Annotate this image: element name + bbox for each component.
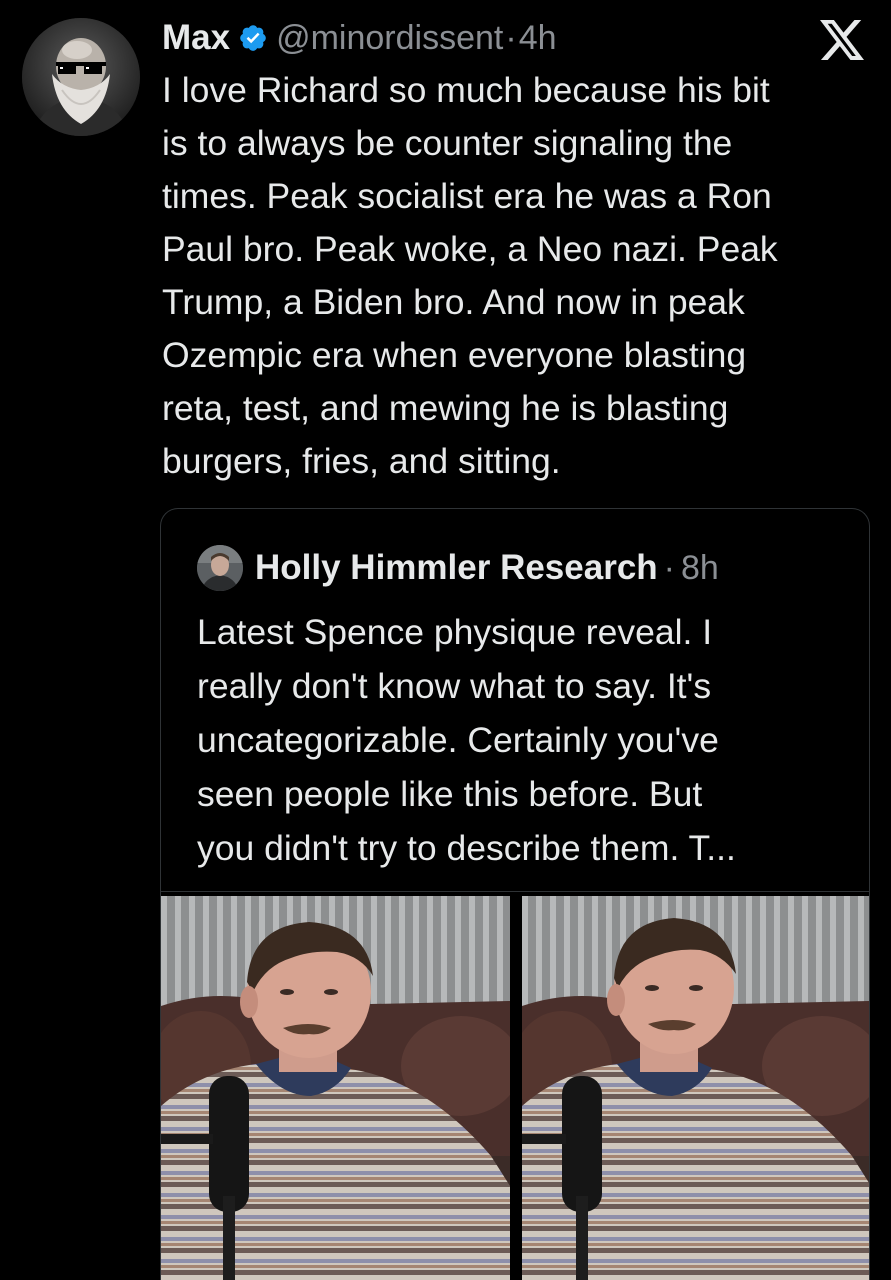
quoted-media-grid xyxy=(161,891,869,1280)
quoted-tweet-text: Latest Spence physique reveal. I really … xyxy=(197,605,857,875)
tweet-text: I love Richard so much because his bit i… xyxy=(162,64,872,488)
quoted-author-name[interactable]: Holly Himmler Research xyxy=(255,548,658,588)
tweet-text-line: I love Richard so much because his bit xyxy=(162,70,770,110)
avatar-image xyxy=(22,18,140,136)
quoted-tweet-header: Holly Himmler Research · 8h xyxy=(197,543,719,593)
author-name[interactable]: Max xyxy=(162,18,230,58)
quoted-text-line: you didn't try to describe them. T... xyxy=(197,828,736,868)
media-photo-1[interactable] xyxy=(161,896,510,1280)
tweet-text-line: Trump, a Biden bro. And now in peak xyxy=(162,282,745,322)
quoted-header-separator: · xyxy=(663,548,675,587)
media-photo-2[interactable] xyxy=(522,896,869,1280)
quoted-text-line: Latest Spence physique reveal. I xyxy=(197,612,713,652)
tweet-text-line: Ozempic era when everyone blasting xyxy=(162,335,747,375)
tweet-header: Max @minordissent · 4h xyxy=(162,12,557,64)
x-logo-icon xyxy=(818,18,866,62)
quoted-text-line: seen people like this before. But xyxy=(197,774,703,814)
quoted-text-line: uncategorizable. Certainly you've xyxy=(197,720,719,760)
verified-badge-icon xyxy=(238,23,268,53)
author-handle[interactable]: @minordissent xyxy=(276,19,503,58)
tweet-text-line: times. Peak socialist era he was a Ron xyxy=(162,176,772,216)
author-avatar[interactable] xyxy=(22,18,140,136)
quoted-tweet-timestamp[interactable]: 8h xyxy=(681,549,719,588)
header-separator: · xyxy=(505,18,517,57)
tweet-text-line: is to always be counter signaling the xyxy=(162,123,733,163)
tweet-timestamp[interactable]: 4h xyxy=(519,19,557,58)
tweet-text-line: reta, test, and mewing he is blasting xyxy=(162,388,729,428)
quoted-author-avatar[interactable] xyxy=(197,545,243,591)
tweet-text-line: Paul bro. Peak woke, a Neo nazi. Peak xyxy=(162,229,778,269)
tweet-text-line: burgers, fries, and sitting. xyxy=(162,441,561,481)
quoted-tweet-card[interactable]: Holly Himmler Research · 8h Latest Spenc… xyxy=(160,508,870,1280)
quoted-text-line: really don't know what to say. It's xyxy=(197,666,712,706)
